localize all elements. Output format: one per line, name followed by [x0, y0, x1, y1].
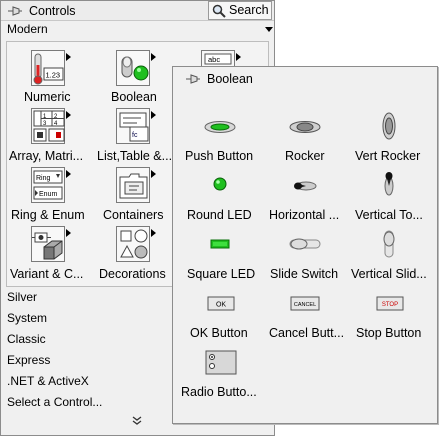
palette-label-decorations: Decorations	[99, 267, 166, 281]
control-label-square-led: Square LED	[187, 267, 256, 281]
controls-title: Controls	[29, 4, 76, 18]
toggle-led-icon	[121, 56, 149, 81]
decorations-palette-icon[interactable]	[116, 226, 156, 262]
containers-palette-icon[interactable]	[116, 167, 156, 203]
variant-cube-icon	[32, 232, 63, 260]
submenu-arrow-icon	[66, 170, 71, 178]
submenu-arrow-icon	[66, 53, 71, 61]
numeric-palette-icon[interactable]: 1.23	[31, 50, 71, 86]
category-classic[interactable]: Classic	[7, 332, 46, 346]
shapes-icon	[120, 229, 148, 259]
palette-label-boolean: Boolean	[111, 90, 157, 104]
boolean-titlebar[interactable]: Boolean	[173, 67, 437, 91]
horizontal-toggle-icon[interactable]	[293, 179, 319, 193]
control-label-cancel-button: Cancel Butt...	[269, 326, 345, 340]
vert-rocker-icon[interactable]	[381, 111, 397, 141]
svg-text:fc: fc	[132, 132, 138, 139]
control-label-vertical-slide: Vertical Slid...	[351, 267, 427, 281]
palette-label-list-table: List,Table &...	[97, 149, 173, 163]
submenu-arrow-icon	[236, 53, 241, 61]
category-dotnet-activex[interactable]: .NET & ActiveX	[7, 374, 89, 388]
string-icon-text: abc	[208, 55, 220, 64]
slide-switch-icon[interactable]	[288, 237, 322, 251]
category-express[interactable]: Express	[7, 353, 50, 367]
radio-buttons-icon[interactable]	[205, 350, 237, 376]
palette-label-ring-enum: Ring & Enum	[11, 208, 85, 222]
ring-icon-text: Ring	[36, 175, 51, 182]
stop-button-text: STOP	[382, 302, 398, 308]
submenu-arrow-icon	[66, 229, 71, 237]
select-a-control[interactable]: Select a Control...	[7, 395, 102, 409]
square-led-icon[interactable]	[210, 239, 230, 249]
modern-category[interactable]: Modern	[7, 22, 48, 36]
control-label-radio-buttons: Radio Butto...	[181, 385, 257, 399]
control-label-vert-rocker: Vert Rocker	[355, 149, 421, 163]
array-icon: 1 2 3 4	[33, 110, 65, 142]
ok-button-text: OK	[216, 302, 226, 309]
push-button-icon[interactable]	[203, 120, 237, 134]
submenu-arrow-icon	[151, 229, 156, 237]
array-matrix-palette-icon[interactable]: 1 2 3 4	[31, 108, 71, 144]
control-label-push-button: Push Button	[185, 149, 254, 163]
palette-label-numeric: Numeric	[24, 90, 71, 104]
numeric-icon-text: 1.23	[46, 71, 61, 80]
stop-button-icon[interactable]: STOP	[376, 296, 404, 312]
ok-button-icon[interactable]: OK	[207, 296, 235, 312]
boolean-palette-icon[interactable]	[116, 50, 156, 86]
submenu-arrow-icon	[151, 53, 156, 61]
magnifier-icon	[212, 4, 226, 18]
palette-label-variant: Variant & C...	[10, 267, 84, 281]
control-label-horizontal-toggle: Horizontal ...	[269, 208, 340, 222]
control-label-vertical-toggle: Vertical To...	[355, 208, 423, 222]
variant-class-palette-icon[interactable]	[31, 226, 71, 262]
folder-icon	[119, 173, 148, 199]
controls-titlebar[interactable]: Controls Search	[1, 1, 274, 21]
search-button[interactable]: Search	[208, 1, 272, 20]
control-label-slide-switch: Slide Switch	[270, 267, 339, 281]
enum-icon-text: Enum	[39, 191, 57, 198]
control-label-round-led: Round LED	[187, 208, 252, 222]
vertical-toggle-icon[interactable]	[382, 171, 396, 197]
control-label-ok-button: OK Button	[190, 326, 248, 340]
ring-enum-icon: Ring Enum	[33, 170, 63, 200]
palette-label-array: Array, Matri...	[9, 149, 84, 163]
list-table-icon: fc	[119, 112, 149, 142]
control-label-rocker: Rocker	[285, 149, 325, 163]
submenu-arrow-icon	[151, 111, 156, 119]
palette-label-containers: Containers	[103, 208, 164, 222]
category-silver[interactable]: Silver	[7, 290, 37, 304]
boolean-palette: Boolean Push Button Rocker Vert Rocker R…	[172, 66, 438, 424]
category-system[interactable]: System	[7, 311, 47, 325]
search-label: Search	[229, 3, 269, 17]
ring-enum-palette-icon[interactable]: Ring Enum	[31, 167, 71, 203]
boolean-title: Boolean	[207, 72, 253, 86]
cancel-button-text: CANCEL	[294, 302, 316, 308]
vertical-slide-switch-icon[interactable]	[382, 229, 396, 259]
round-led-icon[interactable]	[213, 177, 227, 191]
control-label-stop-button: Stop Button	[356, 326, 422, 340]
double-chevron-down-icon[interactable]	[131, 416, 143, 426]
submenu-arrow-icon	[151, 170, 156, 178]
submenu-arrow-icon	[66, 111, 71, 119]
collapse-arrow-icon[interactable]	[265, 27, 273, 32]
cancel-button-icon[interactable]: CANCEL	[290, 296, 320, 312]
thumbtack-icon[interactable]	[7, 4, 23, 18]
thumbtack-icon[interactable]	[185, 72, 201, 86]
rocker-icon[interactable]	[288, 120, 322, 134]
numeric-icon: 1.23	[33, 53, 64, 85]
list-table-palette-icon[interactable]: fc	[116, 108, 156, 144]
